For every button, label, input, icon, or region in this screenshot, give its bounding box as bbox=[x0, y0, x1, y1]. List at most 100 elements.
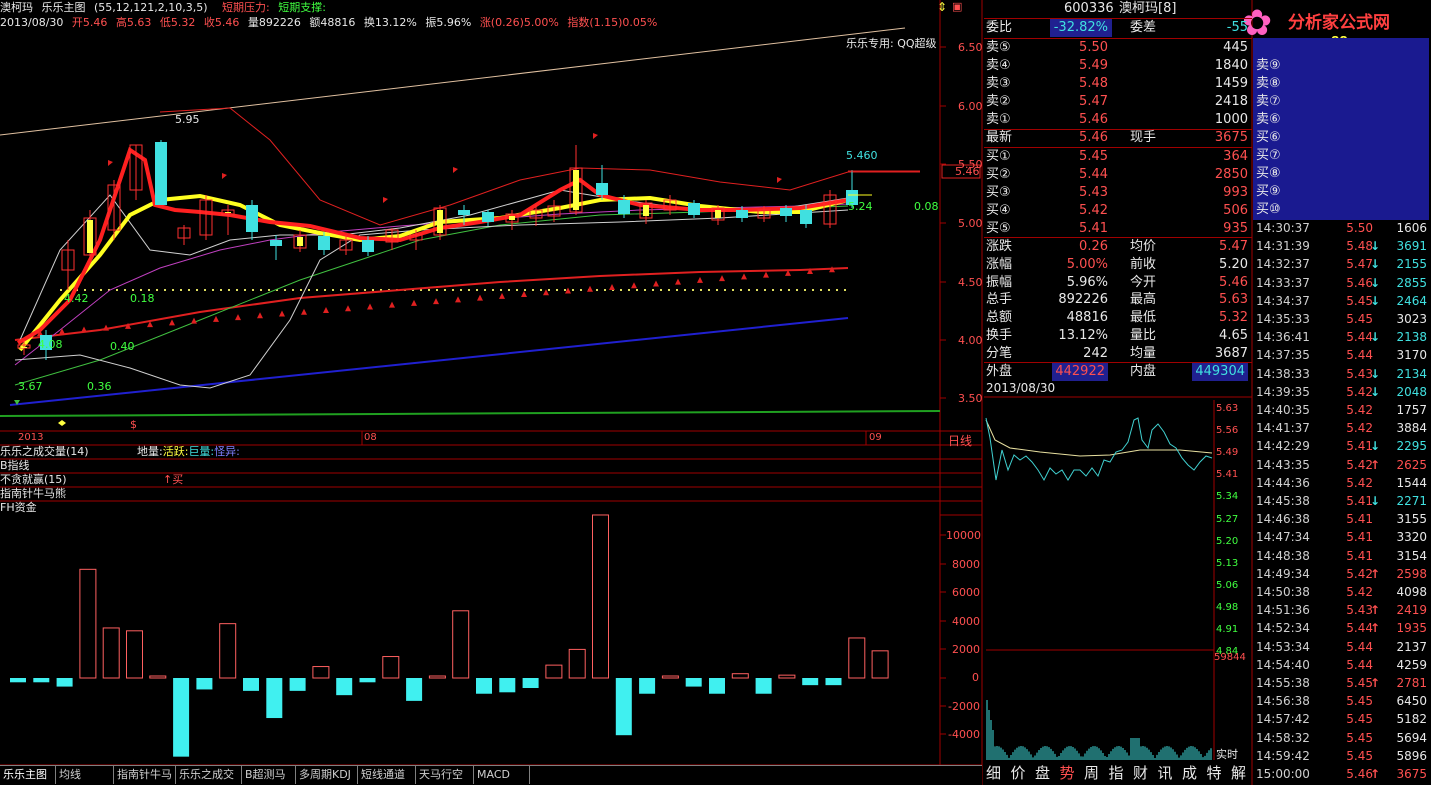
ma-triangle bbox=[191, 317, 197, 324]
label-040: 0.40 bbox=[110, 340, 135, 353]
ma-triangle bbox=[257, 312, 263, 319]
quote-panel-tab[interactable]: 讯 bbox=[1158, 762, 1173, 784]
sell-level-row: 卖⑤ 5.50 445 bbox=[986, 40, 1248, 55]
volume-bar bbox=[336, 678, 353, 696]
volume-bar bbox=[848, 637, 866, 679]
ma-triangle bbox=[213, 315, 219, 322]
mini-vol-max: 59844 bbox=[1214, 652, 1246, 663]
tick-row: 14:46:38 5.41 3155 bbox=[1256, 512, 1427, 527]
quote-panel-tab[interactable]: 指 bbox=[1109, 762, 1124, 784]
volume-bar bbox=[731, 673, 749, 679]
zhinan-title[interactable]: 指南针牛马熊 bbox=[0, 487, 66, 501]
volume-bar bbox=[382, 656, 400, 679]
signal-s-icon: $ bbox=[130, 418, 137, 431]
quote-panel-tab[interactable]: 价 bbox=[1011, 762, 1026, 784]
yaxis-450: 4.50 bbox=[958, 276, 983, 289]
mini-yaxis-tick: 5.13 bbox=[1216, 557, 1239, 569]
xaxis-09: 09 bbox=[869, 432, 882, 443]
quote-panel-tab[interactable]: 势 bbox=[1060, 762, 1075, 784]
buy-level-row: 买① 5.45 364 bbox=[986, 149, 1248, 164]
vol-indicator-sub: 地量:活跃:巨量:怪异: bbox=[137, 445, 240, 458]
quote-panel-tab[interactable]: 解 bbox=[1231, 762, 1246, 784]
quote-panel-tab[interactable]: 盘 bbox=[1035, 762, 1050, 784]
candle bbox=[155, 140, 167, 205]
mini-yaxis-tick: 4.98 bbox=[1216, 601, 1239, 613]
indicator-tab[interactable]: 均线 bbox=[56, 766, 114, 784]
indicator-tab[interactable]: 乐乐主图 bbox=[0, 766, 56, 784]
sell-level-row: 卖③ 5.48 1459 bbox=[986, 76, 1248, 91]
last-row: 最新 5.46 现手 3675 bbox=[986, 130, 1248, 145]
tick-row: 14:59:42 5.45 5896 bbox=[1256, 748, 1427, 763]
sell-level-row: 卖④ 5.49 1840 bbox=[986, 58, 1248, 73]
quote-panel-tab[interactable]: 特 bbox=[1207, 762, 1222, 784]
last-price-tag: 5.460 bbox=[846, 149, 878, 162]
high-price-tag: 5.95 bbox=[175, 113, 200, 126]
ma-triangle bbox=[675, 278, 681, 285]
tick-row: 14:31:39 5.48 ↓ 3691 bbox=[1256, 239, 1427, 254]
quote-panel-tab[interactable]: 周 bbox=[1084, 762, 1099, 784]
vol-y-6000: 6000 bbox=[952, 586, 980, 599]
mini-realtime[interactable]: 实时 bbox=[1216, 746, 1238, 762]
volume-bar bbox=[778, 674, 796, 679]
b-line-title[interactable]: B指线 bbox=[0, 459, 30, 473]
dayline-button[interactable]: 日线 bbox=[948, 432, 972, 449]
indicator-tab[interactable]: 多周期KDJ bbox=[296, 766, 358, 784]
yaxis-400: 4.00 bbox=[958, 334, 983, 347]
ma-triangle bbox=[59, 328, 65, 335]
indicator-tab[interactable]: B超测马 bbox=[242, 766, 296, 784]
tick-row: 14:35:33 5.45 3023 bbox=[1256, 312, 1427, 326]
tick-row: 14:37:35 5.44 3170 bbox=[1256, 348, 1427, 363]
ma-triangle bbox=[235, 314, 241, 321]
indicator-tab[interactable]: MACD bbox=[474, 766, 530, 784]
sell-level-row: 卖② 5.47 2418 bbox=[986, 94, 1248, 109]
indicator-tab[interactable]: 指南针牛马 bbox=[114, 766, 176, 784]
indicator-tab[interactable]: 短线通道 bbox=[358, 766, 416, 784]
vol-indicator-title[interactable]: 乐乐之成交量(14) bbox=[0, 445, 89, 459]
mini-yaxis-tick: 5.20 bbox=[1216, 535, 1239, 547]
mini-yaxis-tick: 5.63 bbox=[1216, 403, 1239, 414]
main-pin-icon[interactable]: ⇕ bbox=[937, 0, 947, 14]
xaxis-2013: 2013 bbox=[18, 432, 44, 443]
ma-triangle bbox=[323, 306, 329, 313]
volume-bar bbox=[266, 678, 283, 719]
no-greedy-title[interactable]: 不贪就赢(15) bbox=[0, 473, 67, 487]
volume-bar bbox=[56, 678, 73, 687]
volume-bar bbox=[709, 678, 725, 694]
volume-bar bbox=[10, 678, 26, 683]
xaxis-08: 08 bbox=[364, 432, 377, 443]
buy-level-row: 买④ 5.42 506 bbox=[986, 203, 1248, 218]
mini-yaxis-tick: 5.27 bbox=[1216, 513, 1239, 525]
ma-triangle bbox=[301, 308, 307, 315]
ma-triangle bbox=[389, 301, 395, 308]
tick-row: 14:54:40 5.44 4259 bbox=[1256, 657, 1427, 672]
volume-bar bbox=[428, 675, 446, 679]
quote-panel-tab[interactable]: 成 bbox=[1182, 762, 1197, 784]
volume-bar bbox=[102, 627, 120, 679]
main-top-box[interactable]: ▣ bbox=[952, 0, 962, 13]
indicator-tab[interactable]: 乐乐之成交 bbox=[176, 766, 242, 784]
candle bbox=[177, 225, 191, 245]
stat-row: 总手 892226 最高 5.63 bbox=[986, 292, 1248, 308]
tick-row: 14:41:37 5.42 3884 bbox=[1256, 421, 1427, 436]
stat-row: 振幅 5.96% 今开 5.46 bbox=[986, 274, 1248, 290]
ma-triangle bbox=[499, 292, 505, 299]
tick-row: 14:55:38 5.45 ↑ 2781 bbox=[1256, 676, 1427, 690]
quote-panel-tab[interactable]: 财 bbox=[1133, 762, 1148, 784]
quote-title: 600336 澳柯玛[8] bbox=[984, 0, 1252, 18]
ma-triangle bbox=[653, 280, 659, 287]
tick-row: 14:53:34 5.44 2137 bbox=[1256, 639, 1427, 654]
candle bbox=[596, 165, 608, 200]
stat-row: 总额 48816 最低 5.32 bbox=[986, 310, 1248, 326]
volume-bar bbox=[173, 678, 190, 757]
level2-sell-label: 卖⑦ bbox=[1256, 94, 1281, 109]
volume-bar bbox=[126, 630, 143, 679]
volume-bars bbox=[10, 514, 889, 757]
fh-title[interactable]: FH资金 bbox=[0, 501, 37, 515]
low-price-tag: 3.67 bbox=[18, 380, 43, 393]
tick-row: 14:48:38 5.41 3154 bbox=[1256, 548, 1427, 563]
ma-triangle bbox=[741, 273, 747, 280]
tick-row: 14:52:34 5.44 ↑ 1935 bbox=[1256, 621, 1427, 636]
candle bbox=[61, 240, 75, 290]
quote-panel-tab[interactable]: 细 bbox=[986, 762, 1001, 784]
indicator-tab[interactable]: 天马行空 bbox=[416, 766, 474, 784]
